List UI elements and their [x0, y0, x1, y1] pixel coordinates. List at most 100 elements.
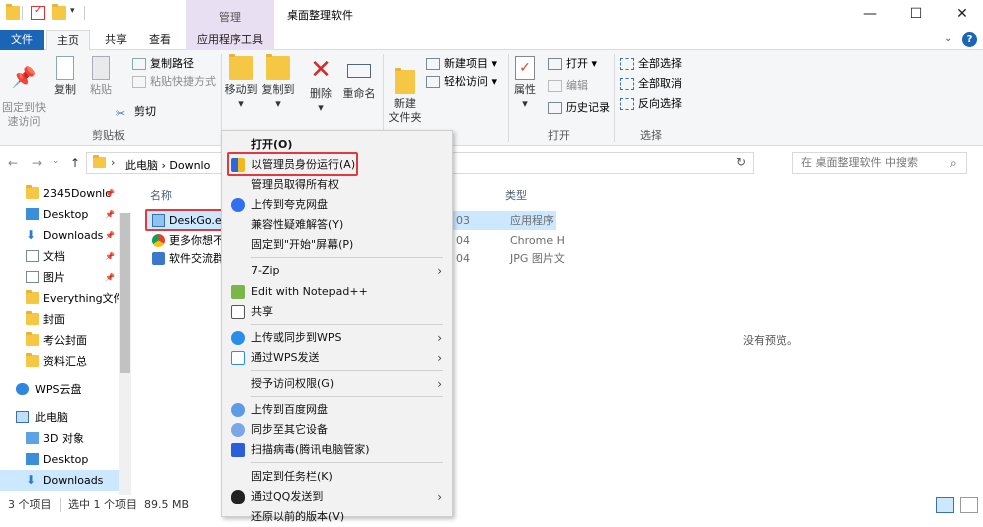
nav-item[interactable]: 3D 对象: [0, 428, 120, 449]
new-folder-button[interactable]: 新建 文件夹: [386, 56, 424, 125]
nav-item[interactable]: ⬇ Downloads 📌: [0, 225, 120, 246]
column-header-type[interactable]: 类型: [505, 187, 527, 203]
back-button[interactable]: ←: [8, 156, 18, 170]
new-item-button[interactable]: 新建项目 ▾: [426, 56, 497, 74]
menu-item[interactable]: 通过WPS发送 ›: [222, 348, 452, 368]
help-icon[interactable]: ?: [962, 32, 977, 47]
download-icon: ⬇: [26, 228, 37, 242]
pin-quick-access-button[interactable]: 📌 固定到快 速访问: [2, 56, 46, 129]
menu-item[interactable]: 授予访问权限(G) ›: [222, 374, 452, 394]
delete-button[interactable]: ✕ 删除 ▾: [306, 56, 336, 115]
nav-item[interactable]: 此电脑: [0, 407, 120, 428]
submenu-arrow-icon: ›: [437, 490, 442, 504]
paste-shortcut-button[interactable]: 粘贴快捷方式: [132, 74, 216, 92]
nav-item[interactable]: Desktop: [0, 449, 120, 470]
menu-item[interactable]: 上传到百度网盘: [222, 400, 452, 420]
menu-item-label: 还原以前的版本(V): [251, 510, 345, 523]
menu-item[interactable]: 兼容性疑难解答(Y): [222, 215, 452, 235]
recent-dropdown-icon[interactable]: ⌄: [52, 156, 60, 166]
large-icons-view-icon[interactable]: [960, 497, 978, 513]
menu-item[interactable]: 上传到夸克网盘: [222, 195, 452, 215]
menu-item-label: 管理员取得所有权: [251, 178, 339, 191]
forward-button[interactable]: →: [32, 156, 42, 170]
menu-item[interactable]: 管理员取得所有权: [222, 175, 452, 195]
up-button[interactable]: ↑: [70, 156, 80, 170]
window-title: 桌面整理软件: [287, 9, 353, 22]
edit-button[interactable]: 编辑: [548, 78, 588, 96]
maximize-button[interactable]: ☐: [893, 0, 939, 30]
wps-cloud-icon: [231, 331, 245, 345]
menu-item[interactable]: 固定到任务栏(K): [222, 467, 452, 487]
menu-item[interactable]: 扫描病毒(腾讯电脑管家): [222, 440, 452, 460]
menu-item[interactable]: 还原以前的版本(V): [222, 507, 452, 527]
minimize-button[interactable]: —: [847, 0, 893, 30]
column-header-name[interactable]: 名称: [150, 187, 172, 203]
nav-item[interactable]: Desktop 📌: [0, 204, 120, 225]
close-button[interactable]: ✕: [939, 0, 983, 30]
share-icon: [231, 305, 245, 319]
rename-button[interactable]: 重命名: [340, 56, 378, 101]
quick-access-dropdown-icon[interactable]: ▾: [70, 6, 84, 20]
nav-item[interactable]: 资料汇总: [0, 351, 120, 372]
tab-file[interactable]: 文件: [0, 30, 44, 50]
menu-item[interactable]: Edit with Notepad++: [222, 282, 452, 302]
refresh-icon[interactable]: ↻: [736, 155, 746, 169]
folder-icon: [26, 332, 39, 346]
nav-item[interactable]: 图片 📌: [0, 267, 120, 288]
nav-item[interactable]: 文档 📌: [0, 246, 120, 267]
tab-home[interactable]: 主页: [46, 30, 90, 50]
menu-item[interactable]: 共享: [222, 302, 452, 322]
select-all-button[interactable]: 全部选择: [620, 56, 682, 74]
ribbon-collapse-icon[interactable]: ⌄: [944, 33, 952, 44]
menu-item[interactable]: 上传或同步到WPS ›: [222, 328, 452, 348]
tab-app-tools[interactable]: 应用程序工具: [186, 30, 274, 50]
history-button[interactable]: 历史记录: [548, 100, 610, 118]
paste-button[interactable]: 粘贴: [86, 56, 116, 97]
download-icon: ⬇: [26, 473, 37, 487]
breadcrumb[interactable]: 此电脑 › Downlo: [125, 157, 210, 173]
easy-access-button[interactable]: 轻松访问 ▾: [426, 74, 497, 92]
cut-button[interactable]: ✂ 剪切: [116, 104, 156, 122]
pin-icon: 📌: [105, 252, 115, 261]
pin-icon: 📌: [105, 273, 115, 282]
nav-item[interactable]: WPS云盘: [0, 379, 120, 400]
move-to-button[interactable]: 移动到 ▾: [224, 54, 258, 111]
file-type: 应用程序: [510, 214, 554, 227]
folder-icon: [26, 353, 39, 367]
tab-view[interactable]: 查看: [140, 30, 180, 50]
menu-item[interactable]: 同步至其它设备: [222, 420, 452, 440]
menu-separator: [251, 462, 443, 463]
file-name: 更多你想不: [169, 234, 224, 247]
properties-quick-icon[interactable]: ✓: [31, 5, 45, 20]
nav-item[interactable]: 封面: [0, 309, 120, 330]
menu-item[interactable]: 固定到"开始"屏幕(P): [222, 235, 452, 255]
nav-item-label: WPS云盘: [35, 383, 82, 396]
properties-button[interactable]: ✓ 属性 ▾: [510, 56, 540, 111]
open-button[interactable]: 打开 ▾: [548, 56, 597, 74]
doc-icon: [26, 250, 39, 262]
menu-item-label: 共享: [251, 305, 273, 318]
menu-item[interactable]: 7-Zip ›: [222, 261, 452, 281]
menu-item-label: 固定到"开始"屏幕(P): [251, 238, 354, 251]
nav-item[interactable]: 考公封面: [0, 330, 120, 351]
copy-path-button[interactable]: 复制路径: [132, 56, 194, 74]
tencent-icon: [231, 443, 245, 457]
rename-icon: [347, 64, 371, 78]
details-view-icon[interactable]: [936, 497, 954, 513]
search-input[interactable]: 在 桌面整理软件 中搜索: [792, 152, 967, 174]
ribbon-tabs: 文件 主页 共享 查看 应用程序工具 ⌄ ?: [0, 30, 983, 50]
nav-scrollbar-thumb[interactable]: [120, 213, 130, 373]
move-folder-icon: [229, 54, 253, 80]
invert-selection-button[interactable]: 反向选择: [620, 96, 682, 114]
copy-button[interactable]: 复制: [50, 56, 80, 97]
menu-item[interactable]: 通过QQ发送到 ›: [222, 487, 452, 507]
nav-item[interactable]: Everything文件: [0, 288, 120, 309]
copy-to-button[interactable]: 复制到 ▾: [260, 54, 296, 111]
search-icon[interactable]: ⌕: [950, 156, 957, 171]
nav-item[interactable]: ⬇ Downloads: [0, 470, 120, 491]
new-folder-quick-icon[interactable]: [52, 4, 66, 20]
nav-item[interactable]: 2345Downlo 📌: [0, 183, 120, 204]
menu-separator: [251, 370, 443, 371]
select-none-button[interactable]: 全部取消: [620, 76, 682, 94]
tab-share[interactable]: 共享: [96, 30, 136, 50]
